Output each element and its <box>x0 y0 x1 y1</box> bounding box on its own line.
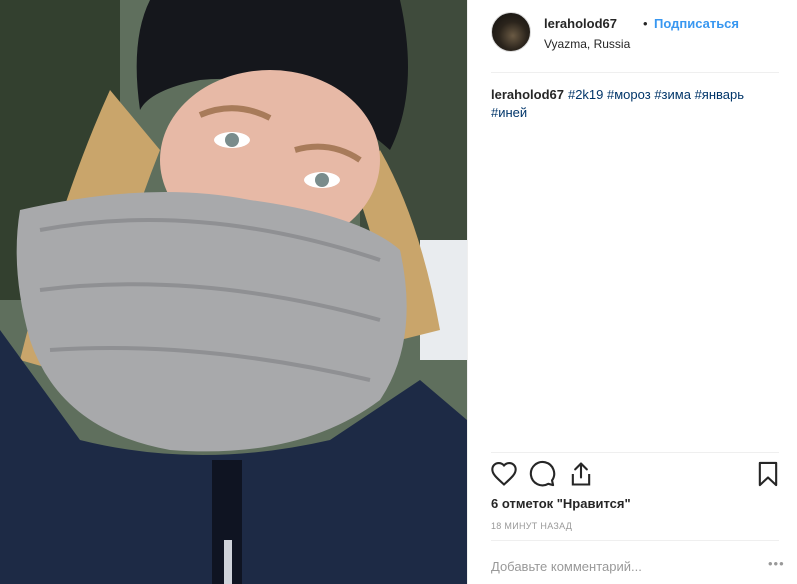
hashtag[interactable]: #2k19 <box>568 87 603 102</box>
share-icon <box>571 462 591 486</box>
avatar[interactable] <box>491 12 531 52</box>
bookmark-icon <box>758 461 778 487</box>
follow-button[interactable]: Подписаться <box>654 16 739 31</box>
divider <box>491 72 779 73</box>
location-link[interactable]: Vyazma, Russia <box>544 37 630 51</box>
separator-dot: • <box>643 16 648 31</box>
action-bar <box>490 460 779 490</box>
hashtag[interactable]: #зима <box>654 87 691 102</box>
likes-count[interactable]: 6 отметок "Нравится" <box>491 496 631 511</box>
post-header: leraholod67 • Подписаться Vyazma, Russia <box>491 12 779 54</box>
post-timestamp[interactable]: 18 МИНУТ НАЗАД <box>491 521 572 531</box>
post-photo[interactable] <box>0 0 467 584</box>
share-button[interactable] <box>567 460 595 488</box>
photo-illustration <box>0 0 467 584</box>
hashtag[interactable]: #иней <box>491 105 527 120</box>
hashtag[interactable]: #мороз <box>607 87 651 102</box>
more-options-button[interactable]: ••• <box>768 556 785 571</box>
divider <box>491 452 779 453</box>
comment-input[interactable]: Добавьте комментарий... <box>491 559 741 574</box>
post-sidebar: leraholod67 • Подписаться Vyazma, Russia… <box>467 0 797 584</box>
divider <box>491 540 779 541</box>
comment-icon <box>529 460 556 487</box>
caption: leraholod67 #2k19 #мороз #зима #январь #и… <box>491 86 781 122</box>
save-button[interactable] <box>754 460 782 488</box>
author-username[interactable]: leraholod67 <box>544 16 617 31</box>
like-button[interactable] <box>490 460 518 488</box>
caption-username[interactable]: leraholod67 <box>491 87 564 102</box>
hashtag[interactable]: #январь <box>695 87 744 102</box>
heart-icon <box>491 461 517 486</box>
comment-button[interactable] <box>528 460 556 488</box>
